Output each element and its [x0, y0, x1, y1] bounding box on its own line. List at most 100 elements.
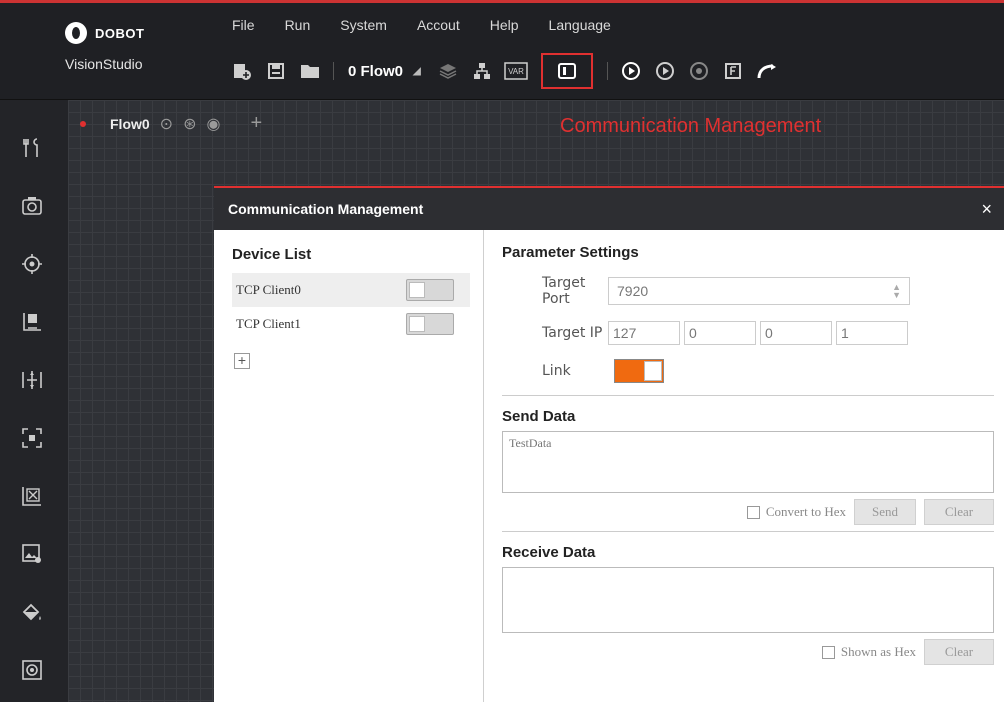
target-port-value: 7920	[617, 283, 649, 299]
image-processing-icon[interactable]	[14, 420, 50, 456]
target-port-label: Target Port	[542, 275, 586, 307]
dialog-title: Communication Management	[228, 201, 424, 217]
ip-octet-2[interactable]: 0	[684, 321, 756, 345]
tab-run-continuous-icon[interactable]: ⊛	[183, 114, 196, 134]
app-window: DOBOT VisionStudio File Run System Accou…	[0, 0, 1004, 702]
send-button[interactable]: Send	[854, 499, 916, 525]
shown-as-hex-label: Shown as Hex	[840, 644, 916, 659]
clear-send-button[interactable]: Clear	[924, 499, 994, 525]
send-data-title: Send Data	[502, 408, 576, 425]
section-divider	[502, 531, 994, 532]
paint-bucket-icon[interactable]	[14, 594, 50, 630]
calibration-icon[interactable]	[14, 478, 50, 514]
target-ip-input: 127 0 0 1	[608, 321, 908, 345]
ip-octet-3[interactable]: 0	[760, 321, 832, 345]
product-name: VisionStudio	[65, 56, 143, 72]
run-continuous-icon[interactable]	[648, 54, 682, 88]
dialog-title-bar: Communication Management ×	[214, 188, 1004, 230]
image-tools-icon[interactable]	[14, 536, 50, 572]
tab-run-once-icon[interactable]: ⊙	[160, 114, 173, 134]
menu-run[interactable]: Run	[285, 17, 311, 33]
communication-management-dialog: Communication Management × Device List T…	[214, 186, 1004, 702]
menu-help[interactable]: Help	[490, 17, 519, 33]
device-item-tcp-client1[interactable]: TCP Client1	[232, 307, 470, 341]
device-list-title: Device List	[232, 246, 312, 263]
layers-icon[interactable]	[431, 54, 465, 88]
send-data-section: Send Data TestData Convert to Hex Send C…	[502, 408, 994, 525]
flow-selector[interactable]: 0 Flow0 ◢	[348, 63, 421, 80]
global-variable-icon[interactable]: VAR	[499, 54, 533, 88]
target-port-input[interactable]: 7920 ▲ ▼	[608, 277, 910, 305]
robot-arm-icon[interactable]	[750, 54, 784, 88]
receive-data-section: Receive Data Shown as Hex Clear	[502, 544, 994, 665]
flow-tab-label[interactable]: Flow0	[110, 116, 150, 132]
device-item-label: TCP Client1	[236, 316, 301, 331]
new-solution-icon[interactable]	[225, 54, 259, 88]
flow-tab-bar: Flow0 ⊙ ⊛ ◉ +	[80, 112, 262, 135]
save-icon[interactable]	[259, 54, 293, 88]
close-icon[interactable]: ×	[981, 199, 992, 220]
section-divider	[502, 395, 994, 396]
checkbox-box[interactable]	[746, 505, 760, 519]
network-icon[interactable]	[465, 54, 499, 88]
menu-account[interactable]: Accout	[417, 17, 460, 33]
add-flow-icon[interactable]: +	[250, 112, 262, 135]
flow-selector-label: 0 Flow0	[348, 62, 404, 80]
spinner-icon[interactable]: ▲ ▼	[892, 283, 901, 300]
device-list-panel: Device List TCP Client0 TCP Client1 +	[214, 230, 484, 702]
dialog-body: Device List TCP Client0 TCP Client1 + Pa…	[214, 230, 1004, 702]
tools-icon[interactable]	[14, 130, 50, 166]
run-once-icon[interactable]	[614, 54, 648, 88]
brand: DOBOT VisionStudio	[65, 22, 144, 72]
target-ip-row: Target IP 127 0 0 1	[502, 321, 994, 345]
menu-system[interactable]: System	[340, 17, 387, 33]
camera-icon[interactable]	[14, 188, 50, 224]
convert-to-hex-checkbox[interactable]: Convert to Hex	[746, 504, 846, 520]
measure-icon[interactable]	[14, 304, 50, 340]
top-bar: DOBOT VisionStudio File Run System Accou…	[0, 0, 1004, 100]
parameter-settings-title: Parameter Settings	[502, 244, 639, 261]
parameter-panel: Parameter Settings Target Port 7920 ▲ ▼ T…	[484, 230, 1004, 702]
link-label: Link	[542, 363, 571, 379]
brand-name: DOBOT	[95, 25, 145, 41]
device-toggle[interactable]	[406, 279, 454, 301]
link-toggle[interactable]	[614, 359, 664, 383]
tab-stop-icon[interactable]: ◉	[206, 114, 220, 134]
ip-octet-1[interactable]: 127	[608, 321, 680, 345]
toggle-knob	[409, 282, 425, 298]
communication-management-icon[interactable]	[540, 53, 593, 89]
menu-bar: File Run System Accout Help Language	[232, 17, 641, 33]
alignment-icon[interactable]	[14, 362, 50, 398]
toggle-knob	[644, 361, 662, 381]
device-item-tcp-client0[interactable]: TCP Client0	[232, 273, 470, 307]
link-row: Link	[502, 359, 994, 383]
receive-data-title: Receive Data	[502, 544, 596, 561]
brand-logo: DOBOT	[65, 22, 144, 44]
add-device-button[interactable]: +	[234, 353, 250, 369]
receive-data-textarea[interactable]	[502, 567, 994, 633]
menu-language[interactable]: Language	[549, 17, 611, 33]
checkbox-box[interactable]	[821, 645, 835, 659]
locate-icon[interactable]	[14, 246, 50, 282]
flow-settings-icon[interactable]	[716, 54, 750, 88]
device-toggle[interactable]	[406, 313, 454, 335]
dropdown-caret-icon: ◢	[413, 65, 421, 77]
shown-as-hex-checkbox[interactable]: Shown as Hex	[821, 644, 916, 660]
settings-icon[interactable]	[14, 652, 50, 688]
menu-file[interactable]: File	[232, 17, 255, 33]
target-ip-label: Target IP	[542, 325, 603, 341]
open-folder-icon[interactable]	[293, 54, 327, 88]
ip-octet-4[interactable]: 1	[836, 321, 908, 345]
stop-icon[interactable]	[682, 54, 716, 88]
unsaved-dot-icon	[80, 120, 86, 127]
clear-receive-button[interactable]: Clear	[924, 639, 994, 665]
device-item-label: TCP Client0	[236, 282, 301, 297]
send-actions: Convert to Hex Send Clear	[502, 499, 994, 525]
tool-sidebar	[0, 100, 68, 702]
convert-to-hex-label: Convert to Hex	[765, 504, 846, 519]
toolbar: 0 Flow0 ◢ VAR	[225, 52, 784, 90]
dobot-logo-icon	[65, 22, 87, 44]
target-port-row: Target Port 7920 ▲ ▼	[502, 275, 994, 307]
send-data-textarea[interactable]: TestData	[502, 431, 994, 493]
toolbar-separator	[606, 62, 608, 80]
